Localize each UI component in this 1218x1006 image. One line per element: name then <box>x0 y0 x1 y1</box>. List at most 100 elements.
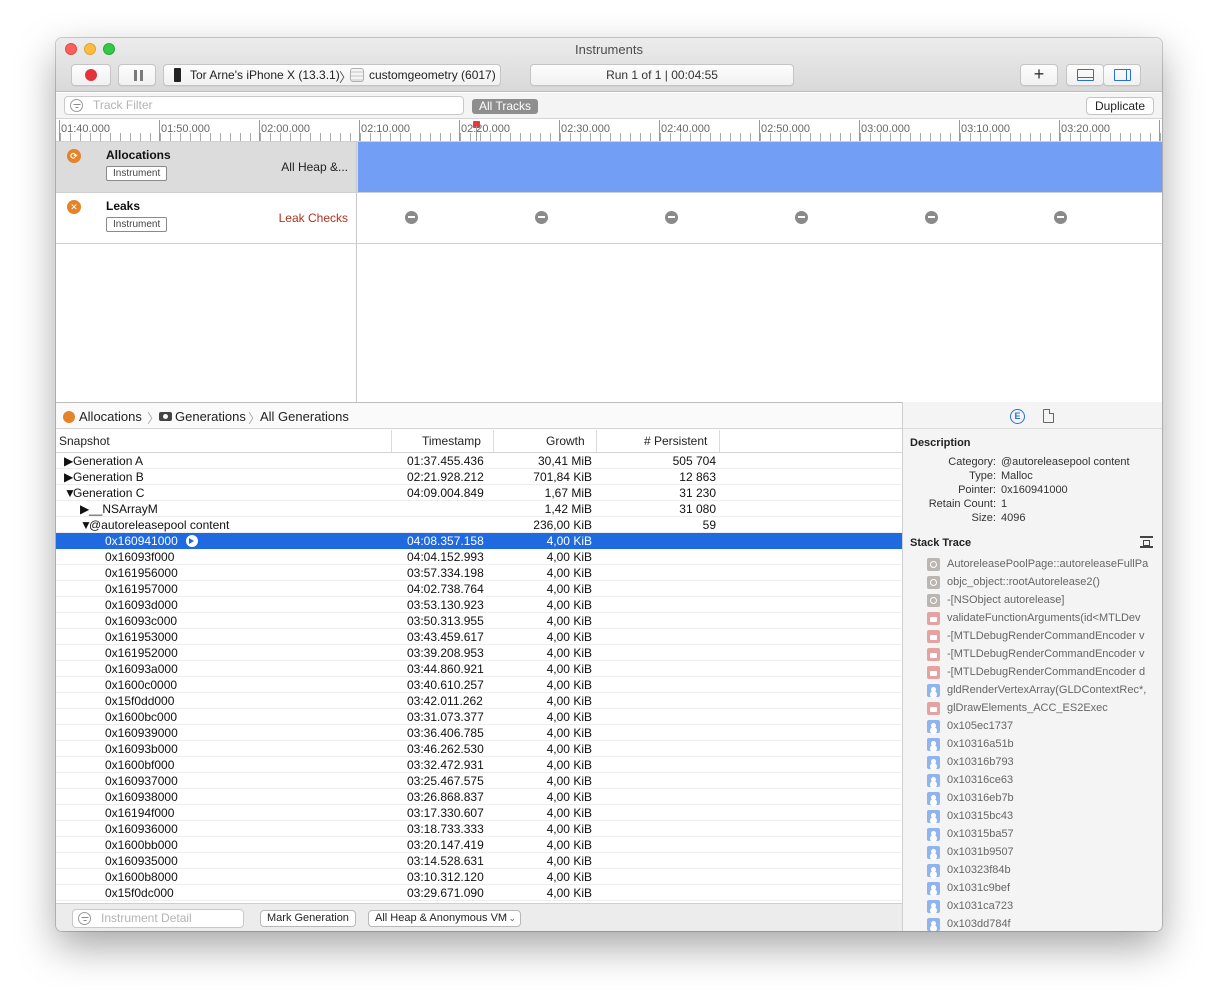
breadcrumb-all-generations[interactable]: All Generations <box>260 409 349 424</box>
leak-check-marker[interactable] <box>925 211 938 224</box>
table-row[interactable]: 0x161952000 03:39.208.953 4,00 KiB <box>56 645 902 661</box>
track-name: Leaks <box>106 199 141 213</box>
disclosure-triangle-icon[interactable]: ▶ <box>80 502 89 516</box>
stack-frame[interactable]: validateFunctionArguments(id<MTLDev <box>927 610 1162 628</box>
pause-button[interactable] <box>118 64 156 86</box>
ruler-tick-label: 02:50.000 <box>761 123 810 135</box>
table-row[interactable]: 0x16194f000 03:17.330.607 4,00 KiB <box>56 805 902 821</box>
all-tracks-token[interactable]: All Tracks <box>472 99 539 114</box>
extended-detail-tab-icon[interactable]: E <box>1010 409 1025 424</box>
table-row[interactable]: 0x161957000 04:02.738.764 4,00 KiB <box>56 581 902 597</box>
stack-frame[interactable]: 0x103dd784f <box>927 916 1162 931</box>
allocations-graph[interactable] <box>358 142 1162 192</box>
stack-frame[interactable]: 0x10316b793 <box>927 754 1162 772</box>
leak-check-marker[interactable] <box>535 211 548 224</box>
camera-icon <box>159 412 172 421</box>
stack-options-icon[interactable] <box>1140 536 1153 548</box>
column-header-snapshot[interactable]: Snapshot <box>59 434 110 448</box>
leak-check-marker[interactable] <box>405 211 418 224</box>
table-row[interactable]: ▼ @autoreleasepool content 236,00 KiB 59 <box>56 517 902 533</box>
leak-check-marker[interactable] <box>1054 211 1067 224</box>
table-row[interactable]: 0x160938000 03:26.868.837 4,00 KiB <box>56 789 902 805</box>
breadcrumb-generations[interactable]: Generations <box>175 409 246 424</box>
table-row[interactable]: 0x160936000 03:18.733.333 4,00 KiB <box>56 821 902 837</box>
table-row[interactable]: 0x15f0dc000 03:29.671.090 4,00 KiB <box>56 885 902 901</box>
track-allocations[interactable]: ⟳ Allocations Instrument All Heap &... <box>56 142 1162 193</box>
select-arrows-icon: ⌃⌄ <box>500 913 516 923</box>
column-header-growth[interactable]: Growth <box>546 434 585 448</box>
track-name: Allocations <box>106 148 171 162</box>
instrument-detail-input[interactable]: Instrument Detail <box>72 909 244 928</box>
table-row[interactable]: 0x160937000 03:25.467.575 4,00 KiB <box>56 773 902 789</box>
stack-frame[interactable]: AutoreleasePoolPage::autoreleaseFullPa <box>927 556 1162 574</box>
mark-generation-button[interactable]: Mark Generation <box>260 910 356 927</box>
stack-frame[interactable]: -[NSObject autorelease] <box>927 592 1162 610</box>
disclosure-triangle-icon[interactable]: ▶ <box>64 454 73 468</box>
table-row[interactable]: 0x160939000 03:36.406.785 4,00 KiB <box>56 725 902 741</box>
stack-frame[interactable]: 0x1031c9bef <box>927 880 1162 898</box>
duplicate-button[interactable]: Duplicate <box>1085 97 1154 115</box>
track-filter-input[interactable]: Track Filter <box>64 96 464 115</box>
stack-frame[interactable]: objc_object::rootAutorelease2() <box>927 574 1162 592</box>
stack-frame[interactable]: 0x10316eb7b <box>927 790 1162 808</box>
leaks-graph[interactable] <box>358 193 1162 243</box>
file-tab-icon[interactable] <box>1043 409 1054 423</box>
add-instrument-button[interactable]: + <box>1020 64 1058 86</box>
stack-frame[interactable]: -[MTLDebugRenderCommandEncoder v <box>927 646 1162 664</box>
track-leaks[interactable]: ✕ Leaks Instrument Leak Checks <box>56 193 1162 244</box>
stack-frame[interactable]: 0x10315bc43 <box>927 808 1162 826</box>
stack-frame[interactable]: 0x10316ce63 <box>927 772 1162 790</box>
table-row[interactable]: 0x16093b000 03:46.262.530 4,00 KiB <box>56 741 902 757</box>
bottom-panel-icon <box>1077 69 1094 81</box>
user-code-icon <box>927 738 940 751</box>
table-row[interactable]: 0x16093a000 03:44.860.921 4,00 KiB <box>56 661 902 677</box>
framework-icon <box>927 630 940 643</box>
table-row[interactable]: 0x1600bb000 03:20.147.419 4,00 KiB <box>56 837 902 853</box>
instrument-badge: Instrument <box>106 217 168 232</box>
table-row-selected[interactable]: 0x160941000 04:08.357.158 4,00 KiB <box>56 533 902 549</box>
stack-frame[interactable]: 0x105ec1737 <box>927 718 1162 736</box>
user-code-icon <box>927 846 940 859</box>
table-row[interactable]: 0x1600bf000 03:32.472.931 4,00 KiB <box>56 757 902 773</box>
table-row[interactable]: 0x161953000 03:43.459.617 4,00 KiB <box>56 629 902 645</box>
record-button[interactable] <box>71 64 111 86</box>
disclosure-triangle-icon[interactable]: ▶ <box>64 470 73 484</box>
table-row[interactable]: ▶ Generation A 01:37.455.436 30,41 MiB 5… <box>56 453 902 469</box>
column-header-persistent[interactable]: # Persistent <box>644 434 707 448</box>
target-selector[interactable]: Tor Arne's iPhone X (13.3.1) 〉 customgeo… <box>163 64 501 86</box>
stack-frame[interactable]: 0x10323f84b <box>927 862 1162 880</box>
time-ruler[interactable]: 01:40.000 01:50.000 02:00.000 02:10.000 … <box>56 120 1162 142</box>
stack-frame[interactable]: 0x1031ca723 <box>927 898 1162 916</box>
stack-frame[interactable]: 0x10316a51b <box>927 736 1162 754</box>
table-row[interactable]: 0x1600b8000 03:10.312.120 4,00 KiB <box>56 869 902 885</box>
framework-icon <box>927 702 940 715</box>
user-code-icon <box>927 792 940 805</box>
column-header-timestamp[interactable]: Timestamp <box>422 434 481 448</box>
stack-frame[interactable]: -[MTLDebugRenderCommandEncoder v <box>927 628 1162 646</box>
table-row[interactable]: ▶ Generation B 02:21.928.212 701,84 KiB … <box>56 469 902 485</box>
stack-frame[interactable]: 0x10315ba57 <box>927 826 1162 844</box>
table-row[interactable]: 0x161956000 03:57.334.198 4,00 KiB <box>56 565 902 581</box>
generations-table[interactable]: ▶ Generation A 01:37.455.436 30,41 MiB 5… <box>56 453 902 903</box>
table-row[interactable]: 0x16093c000 03:50.313.955 4,00 KiB <box>56 613 902 629</box>
table-row[interactable]: ▼ Generation C 04:09.004.849 1,67 MiB 31… <box>56 485 902 501</box>
table-row[interactable]: 0x16093f000 04:04.152.993 4,00 KiB <box>56 549 902 565</box>
leak-check-marker[interactable] <box>665 211 678 224</box>
leak-check-marker[interactable] <box>795 211 808 224</box>
toggle-detail-area-button[interactable] <box>1066 64 1104 86</box>
toggle-inspector-button[interactable] <box>1103 64 1141 86</box>
table-row[interactable]: ▶ __NSArrayM 1,42 MiB 31 080 <box>56 501 902 517</box>
table-row[interactable]: 0x15f0dd000 03:42.011.262 4,00 KiB <box>56 693 902 709</box>
stack-frame[interactable]: gldRenderVertexArray(GLDContextRec*, <box>927 682 1162 700</box>
table-row[interactable]: 0x160935000 03:14.528.631 4,00 KiB <box>56 853 902 869</box>
stack-frame[interactable]: glDrawElements_ACC_ES2Exec <box>927 700 1162 718</box>
table-row[interactable]: 0x1600bc000 03:31.073.377 4,00 KiB <box>56 709 902 725</box>
stack-frame[interactable]: 0x1031b9507 <box>927 844 1162 862</box>
stack-frame[interactable]: -[MTLDebugRenderCommandEncoder d <box>927 664 1162 682</box>
user-code-icon <box>927 882 940 895</box>
table-row[interactable]: 0x1600c0000 03:40.610.257 4,00 KiB <box>56 677 902 693</box>
go-to-detail-icon[interactable] <box>185 535 198 547</box>
table-row[interactable]: 0x16093d000 03:53.130.923 4,00 KiB <box>56 597 902 613</box>
heap-type-select[interactable]: All Heap & Anonymous VM ⌃⌄ <box>368 910 521 927</box>
breadcrumb-allocations[interactable]: Allocations <box>79 409 142 424</box>
